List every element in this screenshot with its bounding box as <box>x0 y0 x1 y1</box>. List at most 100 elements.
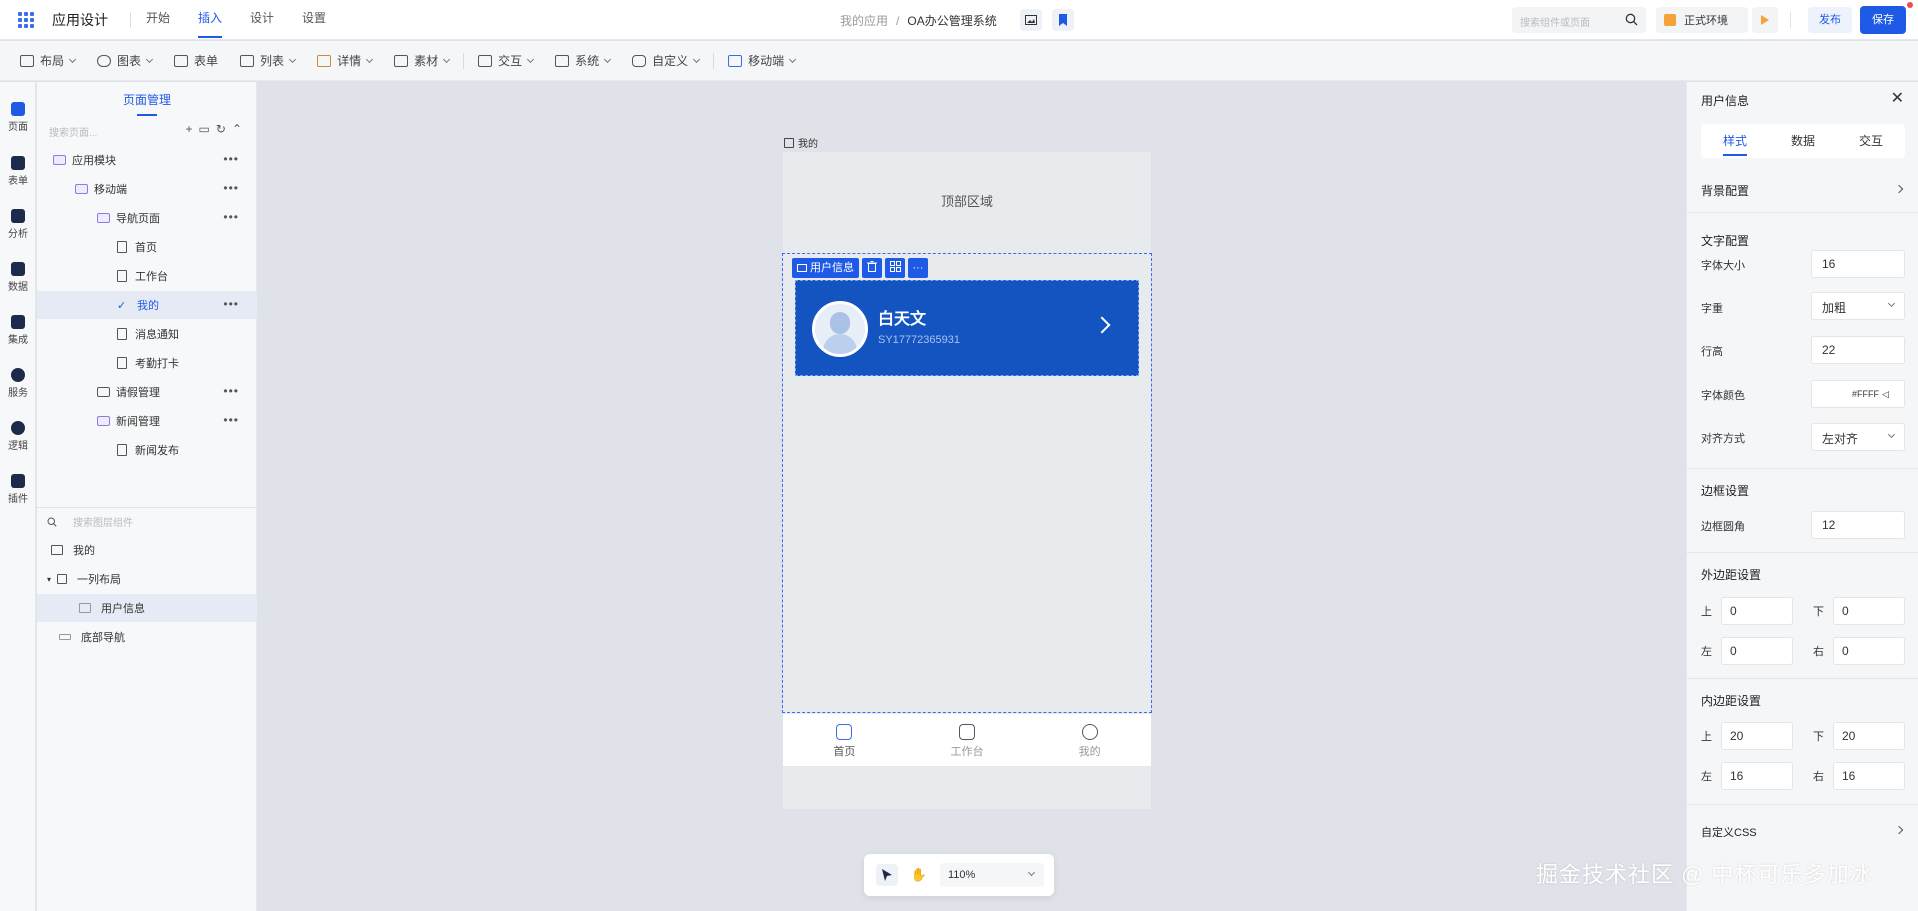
tree-item-news[interactable]: 新闻管理 ••• <box>37 407 257 435</box>
tree-item-app-module[interactable]: 应用模块 ••• <box>37 146 257 174</box>
top-area[interactable]: 顶部区域 <box>783 152 1151 252</box>
font-size-input[interactable]: 16 <box>1811 250 1905 278</box>
collapse-icon[interactable]: ⌃ <box>232 122 242 136</box>
preview-play-button[interactable] <box>1752 7 1778 33</box>
tabbar-home[interactable]: 首页 <box>783 714 906 766</box>
more-icon[interactable]: ••• <box>223 181 239 195</box>
tool-material[interactable]: 素材 <box>394 52 451 69</box>
rail-item-forms[interactable]: 表单 <box>0 156 36 187</box>
tool-system[interactable]: 系统 <box>555 52 612 69</box>
tool-form[interactable]: 表单 <box>174 52 218 69</box>
margin-left-input[interactable]: 0 <box>1721 637 1793 665</box>
chevron-right-icon[interactable] <box>1894 825 1904 835</box>
component-icon <box>889 261 901 272</box>
layer-item-page[interactable]: 我的 <box>37 536 257 564</box>
more-icon[interactable]: ••• <box>223 210 239 224</box>
app-grid-icon[interactable] <box>18 12 34 28</box>
caret-down-icon[interactable]: ▾ <box>47 575 51 584</box>
tree-item-attendance[interactable]: 考勤打卡 <box>37 349 257 377</box>
layer-search-input[interactable]: 搜索图层组件 <box>47 514 133 529</box>
more-icon[interactable]: ••• <box>223 384 239 398</box>
more-icon[interactable]: ••• <box>223 152 239 166</box>
add-folder-icon[interactable]: ▭ <box>199 122 210 136</box>
chevron-right-icon[interactable] <box>1894 184 1904 194</box>
rail-item-analysis[interactable]: 分析 <box>0 209 36 240</box>
margin-right-input[interactable]: 0 <box>1833 637 1905 665</box>
save-button[interactable]: 保存 <box>1860 6 1906 34</box>
tree-item-mobile[interactable]: 移动端 ••• <box>37 175 257 203</box>
bg-config-section[interactable]: 背景配置 <box>1701 182 1749 199</box>
zoom-select[interactable]: 110% <box>940 863 1044 887</box>
tab-insert[interactable]: 插入 <box>198 0 223 40</box>
tool-interaction[interactable]: 交互 <box>478 52 535 69</box>
rail-item-service[interactable]: 服务 <box>0 368 36 399</box>
tree-item-leave[interactable]: 请假管理 ••• <box>37 378 257 406</box>
tree-item-home[interactable]: 首页 <box>37 233 257 261</box>
selected-component-label[interactable]: 用户信息 <box>792 258 859 278</box>
add-icon[interactable]: + <box>186 122 193 136</box>
font-weight-select[interactable]: 加粗 <box>1811 292 1905 320</box>
tab-design[interactable]: 设计 <box>250 0 274 40</box>
layer-item-column-layout[interactable]: ▾ 一列布局 <box>37 565 257 593</box>
divider <box>1687 804 1918 805</box>
rail-item-data[interactable]: 数据 <box>0 262 36 293</box>
pointer-tool[interactable] <box>876 864 898 886</box>
tool-detail[interactable]: 详情 <box>317 52 374 69</box>
padding-top-input[interactable]: 20 <box>1721 722 1793 750</box>
tab-start[interactable]: 开始 <box>146 0 170 40</box>
close-icon[interactable]: ✕ <box>1891 88 1904 108</box>
more-button[interactable]: ··· <box>908 258 928 278</box>
align-select[interactable]: 左对齐 <box>1811 423 1905 451</box>
padding-right-input[interactable]: 16 <box>1833 762 1905 790</box>
user-info-card[interactable]: 白天文 SY17772365931 <box>795 280 1139 376</box>
component-button[interactable] <box>885 258 905 278</box>
tool-layout[interactable]: 布局 <box>20 52 77 69</box>
layer-item-user-info[interactable]: 用户信息 <box>37 594 257 622</box>
tool-custom[interactable]: 自定义 <box>632 52 701 69</box>
breadcrumb-parent[interactable]: 我的应用 <box>840 14 888 28</box>
margin-top-input[interactable]: 0 <box>1721 597 1793 625</box>
custom-css-section[interactable]: 自定义CSS <box>1701 824 1757 840</box>
user-icon <box>1081 724 1098 740</box>
rail-item-logic[interactable]: 逻辑 <box>0 421 36 452</box>
tree-item-mine[interactable]: ✓ 我的 ••• <box>37 291 257 319</box>
tool-mobile[interactable]: 移动端 <box>728 52 797 69</box>
paint-icon[interactable]: ◁ <box>1882 389 1889 399</box>
layer-item-bottom-nav[interactable]: 底部导航 <box>37 623 257 651</box>
margin-bottom-input[interactable]: 0 <box>1833 597 1905 625</box>
hand-tool[interactable]: ✋ <box>908 864 930 886</box>
publish-button[interactable]: 发布 <box>1808 7 1852 33</box>
tab-interaction[interactable]: 交互 <box>1837 124 1905 158</box>
tree-item-messages[interactable]: 消息通知 <box>37 320 257 348</box>
tree-item-news-publish[interactable]: 新闻发布 <box>37 436 257 464</box>
line-height-input[interactable]: 22 <box>1811 336 1905 364</box>
more-icon[interactable]: ••• <box>223 297 239 311</box>
environment-button[interactable]: 正式环境 <box>1656 7 1748 33</box>
tool-list[interactable]: 列表 <box>240 52 297 69</box>
padding-bottom-input[interactable]: 20 <box>1833 722 1905 750</box>
tree-item-nav-pages[interactable]: 导航页面 ••• <box>37 204 257 232</box>
tool-chart[interactable]: 图表 <box>97 52 154 69</box>
page-manager-title[interactable]: 页面管理 <box>37 82 257 118</box>
rail-item-pages[interactable]: 页面 <box>0 102 36 133</box>
tabbar-mine[interactable]: 我的 <box>1028 714 1151 766</box>
tab-data[interactable]: 数据 <box>1769 124 1837 158</box>
search-input[interactable]: 搜索组件或页面 <box>1512 7 1646 33</box>
padding-left-input[interactable]: 16 <box>1721 762 1793 790</box>
delete-button[interactable] <box>862 258 882 278</box>
font-color-input[interactable]: #FFFF ◁ <box>1811 380 1905 408</box>
page-search-input[interactable]: 搜索页面... <box>49 124 97 139</box>
tab-settings[interactable]: 设置 <box>302 0 326 40</box>
refresh-icon[interactable]: ↻ <box>216 122 226 136</box>
tabbar-workbench[interactable]: 工作台 <box>906 714 1029 766</box>
page-icon <box>117 444 127 456</box>
tab-style[interactable]: 样式 <box>1701 124 1769 158</box>
rail-item-plugins[interactable]: 插件 <box>0 474 36 505</box>
rail-item-integration[interactable]: 集成 <box>0 315 36 346</box>
tree-item-workbench[interactable]: 工作台 <box>37 262 257 290</box>
bookmark-icon[interactable] <box>1052 9 1074 31</box>
image-icon[interactable] <box>1020 9 1042 31</box>
more-icon[interactable]: ••• <box>223 413 239 427</box>
divider <box>463 52 465 69</box>
radius-input[interactable]: 12 <box>1811 511 1905 539</box>
